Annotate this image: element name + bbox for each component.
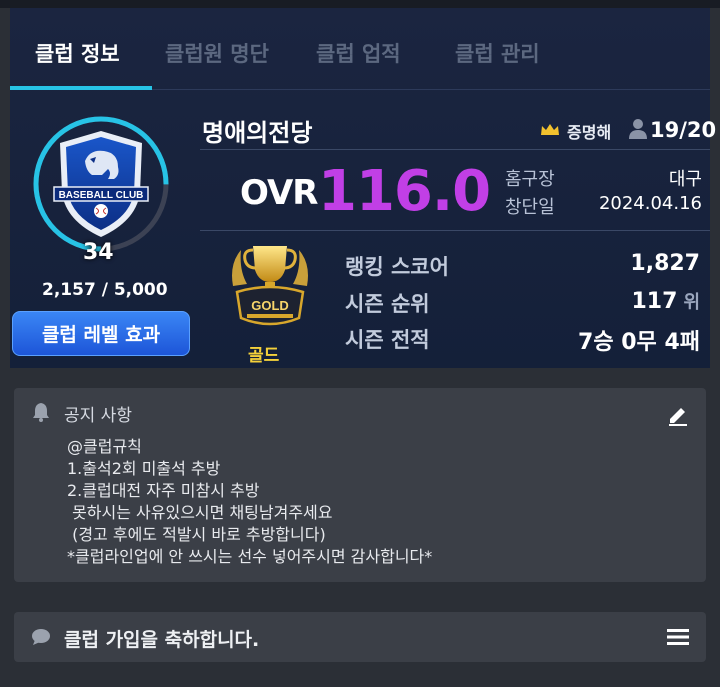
active-tab-indicator bbox=[10, 86, 152, 90]
svg-text:GOLD: GOLD bbox=[251, 298, 289, 313]
club-info-panel: 클럽 정보 클럽원 명단 클럽 업적 클럽 관리 BASEBALL CLUB 3… bbox=[10, 8, 716, 368]
club-emblem: BASEBALL CLUB bbox=[30, 113, 172, 255]
home-stadium-value: 대구 bbox=[668, 169, 702, 190]
notice-title: 공지 사항 bbox=[64, 406, 132, 426]
edit-icon[interactable] bbox=[667, 404, 689, 426]
trophy-icon: GOLD bbox=[232, 246, 308, 326]
crown-icon bbox=[541, 124, 559, 135]
notice-line: 2.클럽대전 자주 미참시 추방 bbox=[67, 481, 260, 500]
ranking-score-value: 1,827 bbox=[630, 251, 700, 276]
notice-panel: 공지 사항 @클럽규칙 1.출석2회 미출석 추방 2.클럽대전 자주 미참시 … bbox=[14, 388, 706, 582]
season-record-label: 시즌 전적 bbox=[345, 328, 430, 352]
notice-content: @클럽규칙 1.출석2회 미출석 추방 2.클럽대전 자주 미참시 추방 못하시… bbox=[67, 436, 432, 568]
divider bbox=[200, 230, 710, 231]
emblem-icon: BASEBALL CLUB bbox=[53, 131, 149, 237]
tab-club-management[interactable]: 클럽 관리 bbox=[455, 38, 540, 68]
club-level-effect-button[interactable]: 클럽 레벨 효과 bbox=[12, 311, 190, 356]
founded-date-value: 2024.04.16 bbox=[598, 193, 702, 214]
greeting-message: 클럽 가입을 축하합니다. bbox=[64, 629, 260, 651]
chat-bar[interactable]: 클럽 가입을 축하합니다. bbox=[14, 612, 706, 662]
tab-member-list[interactable]: 클럽원 명단 bbox=[165, 38, 269, 68]
club-leader-name: 증명해 bbox=[567, 123, 612, 142]
tab-bar: 클럽 정보 클럽원 명단 클럽 업적 클럽 관리 bbox=[10, 8, 710, 90]
tier-name: 골드 bbox=[248, 346, 280, 366]
notice-line: *클럽라인업에 안 쓰시는 선수 넣어주시면 감사합니다* bbox=[67, 547, 433, 566]
club-name: 명애의전당 bbox=[202, 119, 313, 147]
tab-achievements[interactable]: 클럽 업적 bbox=[316, 38, 401, 68]
season-rank-value: 117 위 bbox=[631, 289, 701, 314]
home-stadium-label: 홈구장 bbox=[505, 169, 555, 190]
notice-line: 못하시는 사유있으시면 채팅남겨주세요 bbox=[67, 503, 333, 522]
notice-line: 1.출석2회 미출석 추방 bbox=[67, 459, 221, 478]
svg-text:BASEBALL CLUB: BASEBALL CLUB bbox=[59, 190, 144, 201]
club-level: 34 bbox=[83, 240, 114, 265]
bell-icon bbox=[33, 403, 49, 422]
founded-date-label: 창단일 bbox=[505, 197, 555, 218]
season-record-value: 7승 0무 4패 bbox=[578, 330, 700, 355]
ranking-score-label: 랭킹 스코어 bbox=[345, 255, 449, 279]
notice-line: (경고 후에도 적발시 바로 추방합니다) bbox=[67, 525, 326, 544]
chat-icon bbox=[32, 629, 50, 645]
menu-icon[interactable] bbox=[667, 628, 689, 646]
ovr-value: 116.0 bbox=[318, 159, 491, 224]
member-count: 19/20 bbox=[650, 118, 717, 142]
ovr-label: OVR bbox=[240, 173, 318, 213]
divider bbox=[200, 149, 710, 150]
top-strip bbox=[0, 0, 720, 8]
club-xp: 2,157 / 5,000 bbox=[42, 280, 168, 300]
season-rank-label: 시즌 순위 bbox=[345, 292, 430, 316]
notice-line: @클럽규칙 bbox=[67, 437, 142, 456]
tab-club-info[interactable]: 클럽 정보 bbox=[35, 38, 120, 68]
person-icon bbox=[629, 119, 647, 139]
